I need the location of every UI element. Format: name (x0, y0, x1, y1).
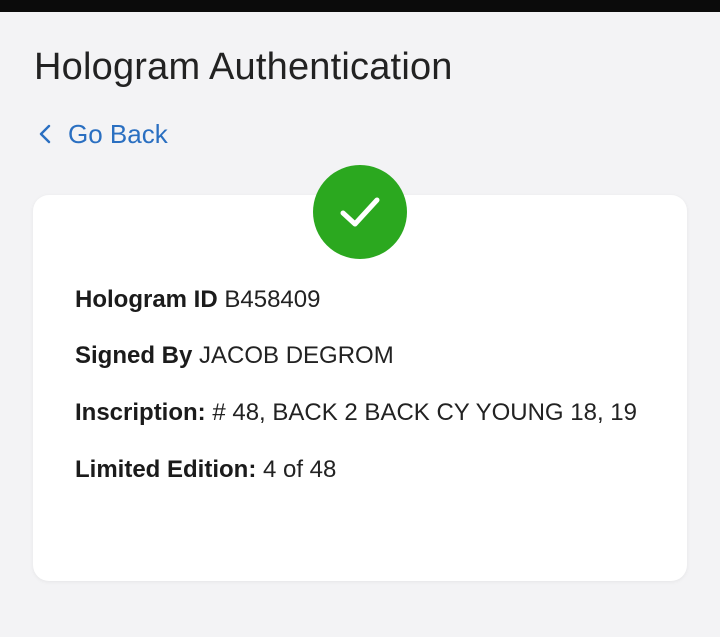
hologram-id-value: B458409 (224, 286, 321, 313)
signed-by-value: JACOB DEGROM (199, 342, 394, 369)
limited-edition-label: Limited Edition: (75, 456, 257, 483)
inscription-value: # 48, BACK 2 BACK CY YOUNG 18, 19 (212, 399, 637, 426)
limited-edition-value: 4 of 48 (262, 456, 337, 483)
checkmark-icon (337, 192, 383, 232)
signed-by-row: Signed By JACOB DEGROM (75, 337, 655, 375)
limited-edition-row: Limited Edition: 4 of 48 (75, 451, 655, 489)
inscription-row: Inscription: # 48, BACK 2 BACK CY YOUNG … (75, 393, 650, 433)
status-bar (0, 0, 720, 12)
go-back-label: Go Back (68, 119, 168, 149)
page-title: Hologram Authentication (34, 46, 453, 88)
hologram-id-label: Hologram ID (75, 286, 218, 313)
inscription-label: Inscription: (75, 399, 206, 426)
chevron-left-icon (38, 116, 60, 152)
verified-badge (313, 165, 407, 259)
hologram-details: Hologram ID B458409 Signed By JACOB DEGR… (75, 281, 655, 489)
go-back-link[interactable]: Go Back (38, 116, 168, 152)
signed-by-label: Signed By (75, 342, 193, 369)
hologram-id-row: Hologram ID B458409 (75, 281, 655, 319)
